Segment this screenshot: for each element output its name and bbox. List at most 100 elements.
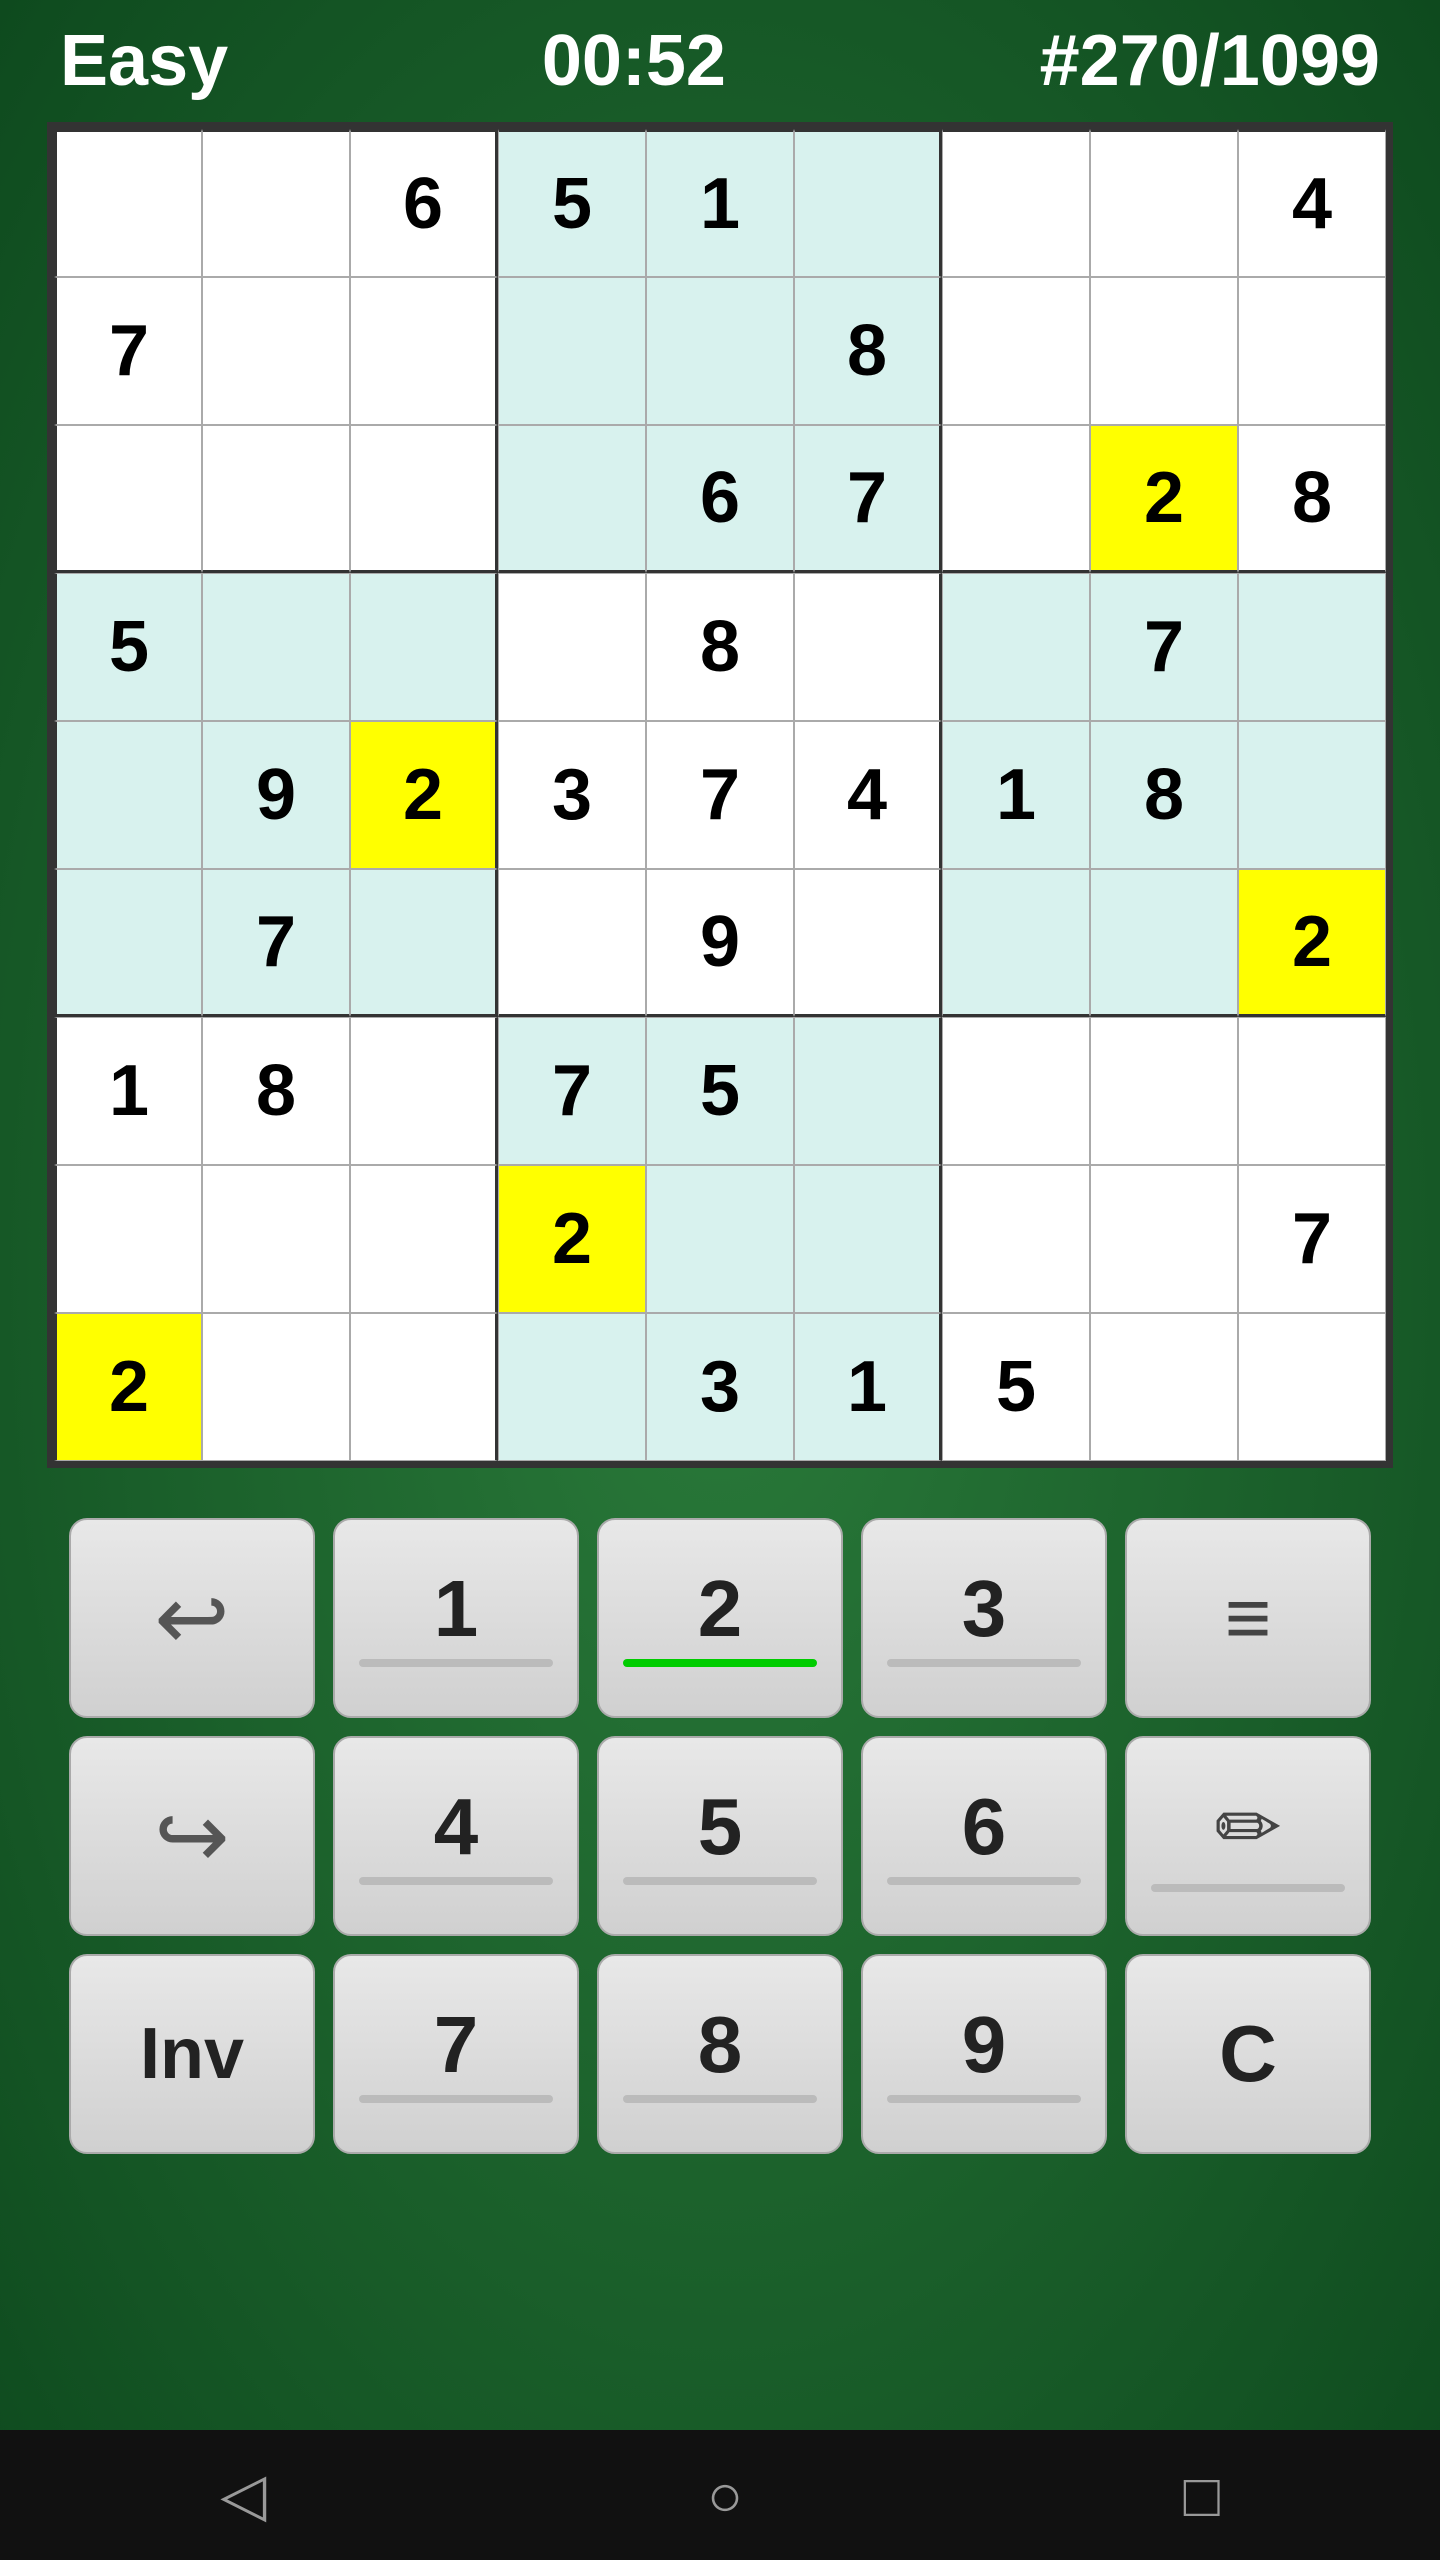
key-pencil[interactable]: ✏ [1125, 1736, 1371, 1936]
cell-r3-c1[interactable] [202, 573, 350, 721]
cell-r2-c7[interactable]: 2 [1090, 425, 1238, 573]
home-nav-icon[interactable]: ○ [707, 2461, 743, 2530]
cell-r4-c8[interactable] [1238, 721, 1386, 869]
cell-r4-c5[interactable]: 4 [794, 721, 942, 869]
cell-r2-c0[interactable] [54, 425, 202, 573]
cell-r6-c7[interactable] [1090, 1017, 1238, 1165]
key-num6[interactable]: 6 [861, 1736, 1107, 1936]
cell-r8-c7[interactable] [1090, 1313, 1238, 1461]
cell-r5-c0[interactable] [54, 869, 202, 1017]
cell-r2-c8[interactable]: 8 [1238, 425, 1386, 573]
cell-r0-c1[interactable] [202, 129, 350, 277]
cell-r6-c4[interactable]: 5 [646, 1017, 794, 1165]
cell-r0-c3[interactable]: 5 [498, 129, 646, 277]
cell-r0-c2[interactable]: 6 [350, 129, 498, 277]
cell-r4-c4[interactable]: 7 [646, 721, 794, 869]
cell-r4-c6[interactable]: 1 [942, 721, 1090, 869]
cell-r8-c5[interactable]: 1 [794, 1313, 942, 1461]
key-undo[interactable]: ↩ [69, 1518, 315, 1718]
key-menu[interactable]: ≡ [1125, 1518, 1371, 1718]
cell-r7-c5[interactable] [794, 1165, 942, 1313]
cell-r5-c7[interactable] [1090, 869, 1238, 1017]
cell-r1-c2[interactable] [350, 277, 498, 425]
cell-r1-c8[interactable] [1238, 277, 1386, 425]
sudoku-grid[interactable]: 651478672858792374187921875272315 [51, 126, 1389, 1464]
cell-r0-c4[interactable]: 1 [646, 129, 794, 277]
cell-r8-c0[interactable]: 2 [54, 1313, 202, 1461]
cell-r0-c0[interactable] [54, 129, 202, 277]
cell-r1-c4[interactable] [646, 277, 794, 425]
cell-r0-c6[interactable] [942, 129, 1090, 277]
cell-r5-c3[interactable] [498, 869, 646, 1017]
recent-nav-icon[interactable]: □ [1184, 2461, 1220, 2530]
cell-r2-c4[interactable]: 6 [646, 425, 794, 573]
back-nav-icon[interactable]: ◁ [220, 2460, 266, 2530]
cell-r3-c8[interactable] [1238, 573, 1386, 721]
cell-r8-c1[interactable] [202, 1313, 350, 1461]
cell-r1-c0[interactable]: 7 [54, 277, 202, 425]
key-inv[interactable]: Inv [69, 1954, 315, 2154]
cell-r4-c0[interactable] [54, 721, 202, 869]
cell-r0-c5[interactable] [794, 129, 942, 277]
key-num8[interactable]: 8 [597, 1954, 843, 2154]
key-num3[interactable]: 3 [861, 1518, 1107, 1718]
cell-r4-c1[interactable]: 9 [202, 721, 350, 869]
cell-r1-c7[interactable] [1090, 277, 1238, 425]
key-redo[interactable]: ↪ [69, 1736, 315, 1936]
cell-r5-c6[interactable] [942, 869, 1090, 1017]
cell-r7-c2[interactable] [350, 1165, 498, 1313]
key-num2[interactable]: 2 [597, 1518, 843, 1718]
cell-r7-c1[interactable] [202, 1165, 350, 1313]
cell-r3-c7[interactable]: 7 [1090, 573, 1238, 721]
cell-r6-c0[interactable]: 1 [54, 1017, 202, 1165]
cell-r3-c0[interactable]: 5 [54, 573, 202, 721]
cell-r3-c6[interactable] [942, 573, 1090, 721]
cell-r5-c4[interactable]: 9 [646, 869, 794, 1017]
key-clear[interactable]: C [1125, 1954, 1371, 2154]
cell-r5-c8[interactable]: 2 [1238, 869, 1386, 1017]
cell-r3-c5[interactable] [794, 573, 942, 721]
cell-r8-c2[interactable] [350, 1313, 498, 1461]
cell-r2-c1[interactable] [202, 425, 350, 573]
cell-r4-c3[interactable]: 3 [498, 721, 646, 869]
cell-r2-c3[interactable] [498, 425, 646, 573]
cell-r5-c5[interactable] [794, 869, 942, 1017]
cell-r7-c7[interactable] [1090, 1165, 1238, 1313]
cell-r7-c4[interactable] [646, 1165, 794, 1313]
cell-r8-c8[interactable] [1238, 1313, 1386, 1461]
cell-r8-c6[interactable]: 5 [942, 1313, 1090, 1461]
cell-r6-c1[interactable]: 8 [202, 1017, 350, 1165]
cell-r7-c8[interactable]: 7 [1238, 1165, 1386, 1313]
cell-r5-c2[interactable] [350, 869, 498, 1017]
cell-r1-c3[interactable] [498, 277, 646, 425]
key-num4[interactable]: 4 [333, 1736, 579, 1936]
key-num7[interactable]: 7 [333, 1954, 579, 2154]
cell-r3-c4[interactable]: 8 [646, 573, 794, 721]
cell-r1-c5[interactable]: 8 [794, 277, 942, 425]
cell-r7-c6[interactable] [942, 1165, 1090, 1313]
cell-r2-c6[interactable] [942, 425, 1090, 573]
cell-r4-c7[interactable]: 8 [1090, 721, 1238, 869]
cell-r7-c0[interactable] [54, 1165, 202, 1313]
key-num5[interactable]: 5 [597, 1736, 843, 1936]
cell-r3-c2[interactable] [350, 573, 498, 721]
key-num1[interactable]: 1 [333, 1518, 579, 1718]
cell-r6-c2[interactable] [350, 1017, 498, 1165]
cell-r6-c5[interactable] [794, 1017, 942, 1165]
cell-r8-c3[interactable] [498, 1313, 646, 1461]
cell-r6-c8[interactable] [1238, 1017, 1386, 1165]
cell-r7-c3[interactable]: 2 [498, 1165, 646, 1313]
cell-r0-c7[interactable] [1090, 129, 1238, 277]
key-num9[interactable]: 9 [861, 1954, 1107, 2154]
cell-r8-c4[interactable]: 3 [646, 1313, 794, 1461]
cell-r1-c1[interactable] [202, 277, 350, 425]
cell-r5-c1[interactable]: 7 [202, 869, 350, 1017]
cell-r3-c3[interactable] [498, 573, 646, 721]
cell-r2-c2[interactable] [350, 425, 498, 573]
cell-r6-c3[interactable]: 7 [498, 1017, 646, 1165]
cell-r4-c2[interactable]: 2 [350, 721, 498, 869]
cell-r1-c6[interactable] [942, 277, 1090, 425]
cell-r2-c5[interactable]: 7 [794, 425, 942, 573]
cell-r0-c8[interactable]: 4 [1238, 129, 1386, 277]
cell-r6-c6[interactable] [942, 1017, 1090, 1165]
